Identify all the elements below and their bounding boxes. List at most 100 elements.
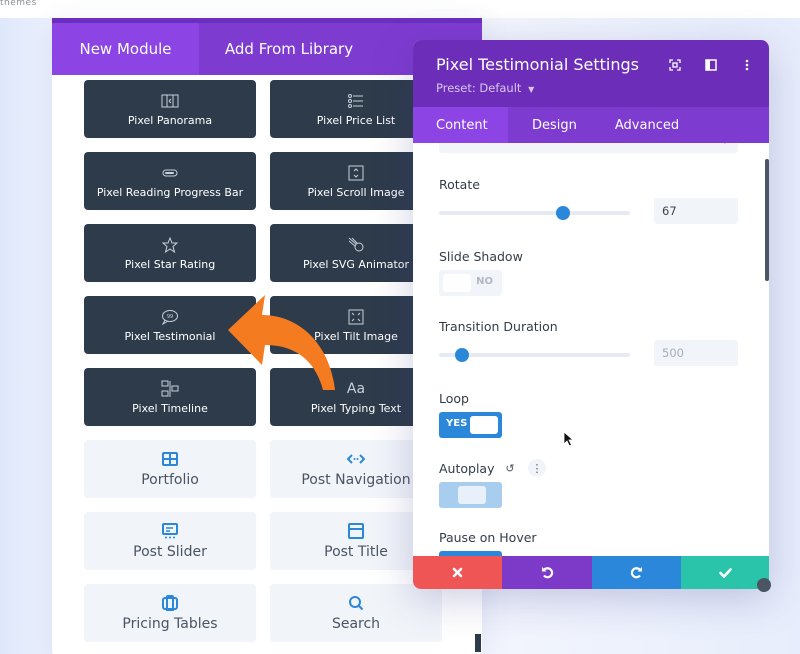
- settings-scrollbar[interactable]: [765, 159, 769, 281]
- svg-text:99: 99: [167, 314, 173, 320]
- module-label: Pixel Price List: [316, 113, 396, 127]
- module-label: Pricing Tables: [122, 616, 218, 632]
- typography-icon: Aa: [346, 380, 366, 397]
- redo-button[interactable]: [592, 556, 681, 589]
- save-button[interactable]: [681, 556, 769, 589]
- module-post-slider[interactable]: Post Slider: [84, 512, 256, 570]
- rotate-label: Rotate: [439, 177, 480, 192]
- more-options-icon[interactable]: [739, 57, 755, 73]
- rotate-slider-thumb[interactable]: [556, 206, 571, 220]
- slide-shadow-toggle[interactable]: NO: [439, 270, 502, 296]
- module-label: Pixel Testimonial: [124, 329, 216, 343]
- module-pixel-panorama[interactable]: Pixel Panorama: [84, 80, 256, 138]
- transition-duration-label: Transition Duration: [439, 319, 558, 334]
- timeline-icon: [161, 380, 179, 398]
- sidebar-layout-icon[interactable]: [703, 57, 719, 73]
- module-pixel-testimonial[interactable]: 99 Pixel Testimonial: [84, 296, 256, 354]
- focus-icon[interactable]: [667, 57, 683, 73]
- effect-select-value: coverflow: [449, 143, 502, 144]
- rotate-slider[interactable]: [439, 206, 630, 220]
- module-label: Search: [331, 616, 381, 632]
- module-pixel-timeline[interactable]: Pixel Timeline: [84, 368, 256, 426]
- panel-edge-mark: [475, 634, 481, 652]
- module-pixel-reading-progress-bar[interactable]: Pixel Reading Progress Bar: [84, 152, 256, 210]
- reset-icon[interactable]: ↺: [501, 459, 519, 477]
- resize-handle[interactable]: [757, 578, 771, 592]
- list-icon: [348, 92, 364, 110]
- top-bar: themes: [0, 0, 800, 18]
- caret-down-icon: ▼: [528, 85, 535, 94]
- search-icon: [348, 594, 364, 612]
- toggle-knob: [458, 486, 486, 504]
- brand-text: themes: [0, 0, 37, 8]
- undo-icon: [541, 567, 553, 579]
- transition-duration-slider-thumb[interactable]: [454, 348, 469, 362]
- progress-bar-icon: [162, 164, 178, 182]
- module-portfolio[interactable]: Portfolio: [84, 440, 256, 498]
- toggle-state: NO: [476, 276, 493, 287]
- module-search[interactable]: Search: [270, 584, 442, 642]
- undo-button[interactable]: [502, 556, 592, 589]
- loop-toggle[interactable]: YES: [439, 412, 502, 438]
- slider-icon: [162, 522, 178, 540]
- redo-icon: [630, 567, 642, 579]
- code-arrows-icon: [347, 450, 365, 468]
- pricing-icon: [162, 594, 178, 612]
- module-label: Pixel Reading Progress Bar: [96, 185, 244, 199]
- tilt-image-icon: [348, 308, 364, 326]
- module-label: Post Title: [324, 544, 388, 560]
- module-label: Pixel Star Rating: [124, 257, 216, 271]
- preset-label: Preset: Default: [436, 81, 522, 95]
- slide-shadow-label: Slide Shadow: [439, 249, 523, 264]
- mouse-cursor-icon: [563, 431, 575, 447]
- module-grid: Pixel Panorama Pixel Price List Pixel Re…: [84, 80, 444, 642]
- toggle-state: YES: [446, 418, 468, 429]
- settings-footer: [413, 556, 769, 589]
- star-icon: [162, 236, 178, 254]
- settings-title: Pixel Testimonial Settings: [436, 55, 639, 74]
- transition-duration-slider[interactable]: [439, 348, 630, 362]
- close-icon: [452, 567, 463, 578]
- tab-content[interactable]: Content: [413, 107, 508, 143]
- autoplay-label: Autoplay: [439, 461, 495, 476]
- module-label: Portfolio: [141, 472, 199, 488]
- scroll-image-icon: [348, 164, 364, 182]
- pause-on-hover-label: Pause on Hover: [439, 530, 537, 545]
- discard-button[interactable]: [413, 556, 502, 589]
- toggle-knob: [443, 274, 471, 292]
- autoplay-toggle[interactable]: [439, 482, 502, 508]
- title-icon: [348, 522, 364, 540]
- transition-duration-input[interactable]: 500: [654, 340, 738, 366]
- toggle-knob: [470, 416, 498, 434]
- module-label: Post Navigation: [301, 472, 411, 488]
- module-pricing-tables[interactable]: Pricing Tables: [84, 584, 256, 642]
- quote-bubble-icon: 99: [161, 308, 179, 326]
- comet-icon: [347, 236, 365, 254]
- chevron-down-icon: ▼: [722, 143, 728, 145]
- module-pixel-star-rating[interactable]: Pixel Star Rating: [84, 224, 256, 282]
- tab-add-from-library[interactable]: Add From Library: [199, 23, 379, 75]
- effect-select[interactable]: coverflow ▼: [439, 143, 738, 153]
- rotate-input[interactable]: 67: [654, 198, 738, 224]
- settings-body: coverflow ▼ Rotate 67 Slide Shadow NO Tr…: [413, 143, 769, 556]
- settings-header: Pixel Testimonial Settings Preset: Defau…: [413, 40, 769, 107]
- tab-design[interactable]: Design: [508, 107, 591, 143]
- module-label: Post Slider: [133, 544, 207, 560]
- module-label: Pixel Scroll Image: [307, 185, 405, 199]
- grid-icon: [162, 450, 178, 468]
- module-settings-panel: Pixel Testimonial Settings Preset: Defau…: [413, 40, 769, 589]
- field-options-icon[interactable]: ⋮: [528, 459, 546, 477]
- check-icon: [718, 567, 732, 578]
- module-label: Pixel Timeline: [132, 401, 208, 415]
- module-label: Pixel Typing Text: [310, 401, 402, 415]
- tab-new-module[interactable]: New Module: [52, 23, 199, 75]
- module-label: Pixel SVG Animator: [302, 257, 410, 271]
- header-actions: [667, 57, 755, 73]
- module-label: Pixel Tilt Image: [314, 329, 398, 343]
- settings-tabs: Content Design Advanced: [413, 107, 769, 143]
- loop-label: Loop: [439, 391, 469, 406]
- preset-selector[interactable]: Preset: Default ▼: [436, 81, 534, 95]
- tab-advanced[interactable]: Advanced: [591, 107, 693, 143]
- module-label: Pixel Panorama: [127, 113, 213, 127]
- panorama-icon: [161, 92, 179, 110]
